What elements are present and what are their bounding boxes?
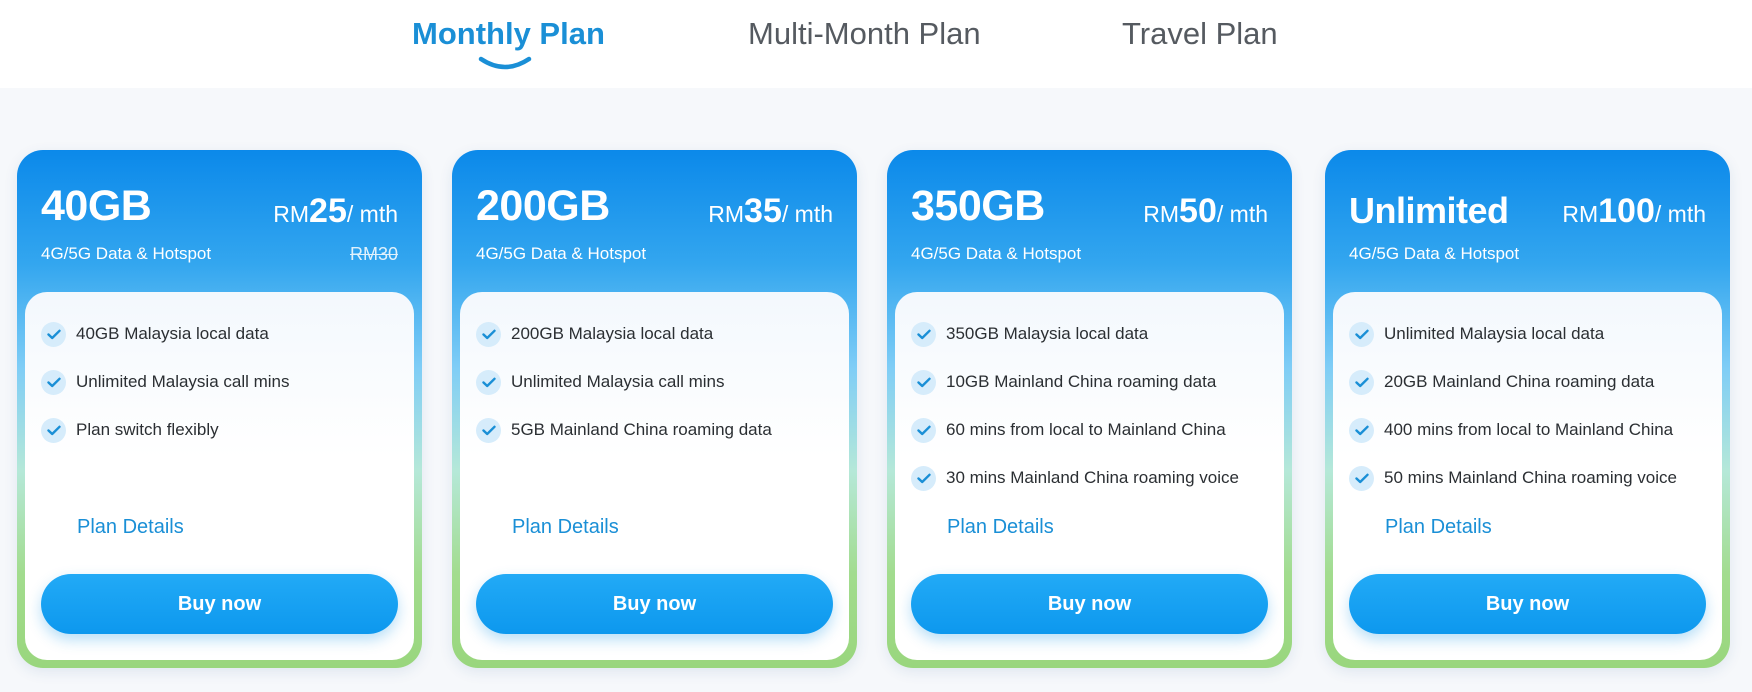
feature-item: Unlimited Malaysia call mins [476, 370, 837, 420]
feature-item: 30 mins Mainland China roaming voice [911, 466, 1272, 516]
plan-price: RM25/ mth [273, 192, 398, 231]
check-icon [911, 322, 936, 347]
check-icon [41, 418, 66, 443]
feature-text: 350GB Malaysia local data [946, 324, 1149, 343]
plan-card-unlimited: Unlimited RM100/ mth 4G/5G Data & Hotspo… [1325, 150, 1730, 668]
tab-travel-plan[interactable]: Travel Plan [1122, 16, 1278, 76]
tab-monthly-plan[interactable]: Monthly Plan [412, 16, 605, 76]
feature-text: Unlimited Malaysia local data [1384, 324, 1605, 343]
tab-multi-month-plan[interactable]: Multi-Month Plan [748, 16, 981, 76]
check-icon [476, 418, 501, 443]
plan-card-200gb: 200GB RM35/ mth 4G/5G Data & Hotspot 200… [452, 150, 857, 668]
price-value: 50 [1179, 192, 1217, 230]
feature-text: 200GB Malaysia local data [511, 324, 714, 343]
plan-details-link[interactable]: Plan Details [512, 516, 619, 539]
original-price: RM30 [349, 244, 398, 264]
feature-text: 5GB Mainland China roaming data [511, 420, 772, 439]
plan-subtitle: 4G/5G Data & Hotspot [1349, 244, 1520, 263]
plan-data-amount: 200GB [476, 182, 610, 230]
price-currency: RM [1562, 201, 1599, 227]
check-icon [41, 370, 66, 395]
check-icon [41, 322, 66, 347]
feature-item: Unlimited Malaysia local data [1349, 322, 1710, 372]
feature-text: 40GB Malaysia local data [76, 324, 269, 343]
feature-text: Unlimited Malaysia call mins [511, 372, 725, 391]
check-icon [1349, 370, 1374, 395]
feature-text: Unlimited Malaysia call mins [76, 372, 290, 391]
feature-item: 60 mins from local to Mainland China [911, 418, 1272, 468]
feature-text: Plan switch flexibly [76, 420, 219, 439]
feature-list: 40GB Malaysia local data Unlimited Malay… [41, 322, 402, 468]
plan-tabs-bar: Monthly Plan Multi-Month Plan Travel Pla… [0, 0, 1752, 88]
feature-item: 200GB Malaysia local data [476, 322, 837, 372]
price-period: / mth [1654, 201, 1706, 227]
check-icon [911, 370, 936, 395]
feature-item: 350GB Malaysia local data [911, 322, 1272, 372]
buy-now-button[interactable]: Buy now [41, 574, 398, 634]
price-currency: RM [273, 201, 310, 227]
active-tab-indicator [478, 56, 532, 70]
plan-price: RM100/ mth [1562, 192, 1706, 231]
plan-details-link[interactable]: Plan Details [1385, 516, 1492, 539]
feature-item: Unlimited Malaysia call mins [41, 370, 402, 420]
feature-text: 10GB Mainland China roaming data [946, 372, 1217, 391]
tab-label: Monthly Plan [412, 16, 605, 51]
feature-text: 60 mins from local to Mainland China [946, 420, 1226, 439]
price-value: 35 [744, 192, 782, 230]
price-currency: RM [1143, 201, 1180, 227]
check-icon [1349, 418, 1374, 443]
feature-item: 20GB Mainland China roaming data [1349, 370, 1710, 420]
feature-item: 400 mins from local to Mainland China [1349, 418, 1710, 468]
price-value: 25 [309, 192, 347, 230]
plan-details-link[interactable]: Plan Details [947, 516, 1054, 539]
feature-list: Unlimited Malaysia local data 20GB Mainl… [1349, 322, 1710, 516]
plan-card-40gb: 40GB RM25/ mth 4G/5G Data & Hotspot RM30… [17, 150, 422, 668]
plan-details-link[interactable]: Plan Details [77, 516, 184, 539]
check-icon [1349, 322, 1374, 347]
price-period: / mth [781, 201, 833, 227]
feature-item: Plan switch flexibly [41, 418, 402, 468]
feature-list: 200GB Malaysia local data Unlimited Mala… [476, 322, 837, 468]
buy-now-button[interactable]: Buy now [476, 574, 833, 634]
check-icon [911, 418, 936, 443]
feature-item: 40GB Malaysia local data [41, 322, 402, 372]
check-icon [1349, 466, 1374, 491]
price-value: 100 [1598, 192, 1655, 230]
price-period: / mth [1216, 201, 1268, 227]
feature-item: 10GB Mainland China roaming data [911, 370, 1272, 420]
feature-list: 350GB Malaysia local data 10GB Mainland … [911, 322, 1272, 516]
plan-data-amount: 40GB [41, 182, 152, 230]
plan-subtitle: 4G/5G Data & Hotspot [476, 244, 647, 263]
plan-price: RM35/ mth [708, 192, 833, 231]
check-icon [476, 322, 501, 347]
plan-data-amount: Unlimited [1349, 190, 1509, 231]
tab-label: Travel Plan [1122, 16, 1278, 51]
plan-data-amount: 350GB [911, 182, 1045, 230]
check-icon [476, 370, 501, 395]
tab-label: Multi-Month Plan [748, 16, 981, 51]
price-currency: RM [708, 201, 745, 227]
buy-now-button[interactable]: Buy now [911, 574, 1268, 634]
check-icon [911, 466, 936, 491]
plan-card-350gb: 350GB RM50/ mth 4G/5G Data & Hotspot 350… [887, 150, 1292, 668]
feature-item: 5GB Mainland China roaming data [476, 418, 837, 468]
feature-text: 400 mins from local to Mainland China [1384, 420, 1674, 439]
feature-text: 20GB Mainland China roaming data [1384, 372, 1655, 391]
plan-subtitle: 4G/5G Data & Hotspot [41, 244, 212, 263]
buy-now-button[interactable]: Buy now [1349, 574, 1706, 634]
feature-item: 50 mins Mainland China roaming voice [1349, 466, 1710, 516]
feature-text: 30 mins Mainland China roaming voice [946, 468, 1239, 487]
plan-price: RM50/ mth [1143, 192, 1268, 231]
price-period: / mth [346, 201, 398, 227]
plan-subtitle: 4G/5G Data & Hotspot [911, 244, 1082, 263]
feature-text: 50 mins Mainland China roaming voice [1384, 468, 1677, 487]
